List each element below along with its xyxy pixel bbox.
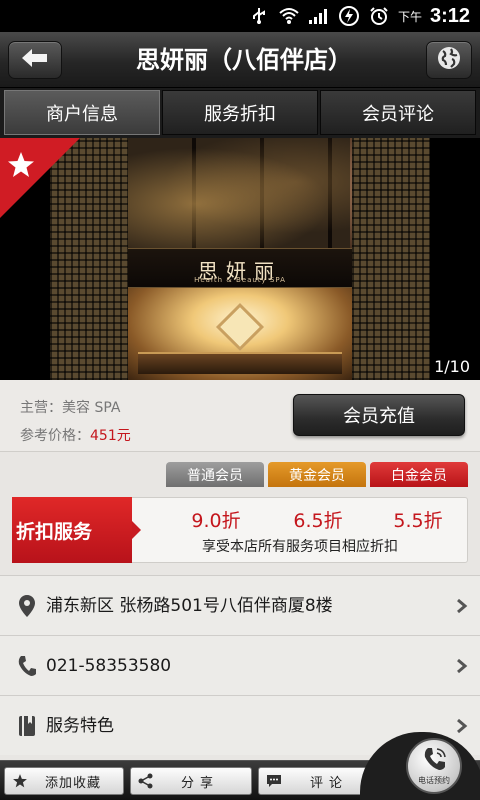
photo-lobby-counter bbox=[138, 352, 342, 374]
share-button[interactable]: 分享 bbox=[130, 767, 252, 795]
add-favorite-label: 添加收藏 bbox=[44, 775, 101, 791]
location-pin-icon bbox=[16, 594, 38, 618]
star-icon bbox=[6, 150, 36, 180]
features-text: 服务特色 bbox=[46, 716, 114, 736]
chevron-right-icon bbox=[456, 658, 468, 674]
book-icon bbox=[16, 714, 38, 738]
discount-label: 折扣服务 bbox=[12, 497, 141, 563]
phone-icon bbox=[16, 654, 38, 678]
photo-glow bbox=[128, 138, 352, 248]
main-business-label: 主营： bbox=[20, 400, 62, 416]
status-time: 3:12 bbox=[429, 4, 470, 27]
main-business: 主营：美容 SPA bbox=[20, 397, 120, 417]
reference-price: 参考价格：451元 bbox=[20, 425, 131, 445]
member-recharge-button[interactable]: 会员充值 bbox=[293, 394, 465, 436]
chevron-right-icon bbox=[456, 718, 468, 734]
call-reservation-button[interactable]: 电话预约 bbox=[406, 738, 462, 794]
alarm-icon bbox=[368, 6, 390, 26]
usb-icon bbox=[248, 6, 270, 26]
tier-platinum: 白金会员 bbox=[370, 462, 468, 487]
discount-platinum: 5.5折 bbox=[393, 510, 443, 532]
price-value: 451元 bbox=[90, 428, 131, 444]
phone-icon bbox=[422, 746, 448, 772]
photo-upper-windows bbox=[128, 138, 352, 248]
tab-merchant-info[interactable]: 商户信息 bbox=[4, 90, 160, 135]
tab-member-reviews[interactable]: 会员评论 bbox=[320, 90, 476, 135]
photo-lobby bbox=[128, 288, 352, 380]
discount-regular: 9.0折 bbox=[191, 510, 241, 532]
main-business-value: 美容 SPA bbox=[62, 400, 121, 416]
chevron-right-icon bbox=[456, 598, 468, 614]
back-button[interactable] bbox=[8, 41, 62, 79]
photo-screen-right bbox=[352, 138, 430, 380]
discount-gold: 6.5折 bbox=[293, 510, 343, 532]
tab-service-discount[interactable]: 服务折扣 bbox=[162, 90, 318, 135]
status-bar: 下午 3:12 bbox=[0, 0, 480, 32]
share-icon bbox=[137, 772, 155, 790]
back-arrow-icon bbox=[20, 47, 50, 73]
photo-lobby-logo bbox=[215, 302, 265, 352]
phone-text: 021-58353580 bbox=[46, 656, 172, 676]
membership-tiers: 普通会员 黄金会员 白金会员 bbox=[166, 462, 468, 487]
image-counter: 1/10 bbox=[434, 357, 470, 376]
address-text: 浦东新区 张杨路501号八佰伴商厦8楼 bbox=[46, 596, 333, 616]
discount-note: 享受本店所有服务项目相应折扣 bbox=[202, 539, 398, 555]
signal-icon bbox=[308, 6, 330, 26]
star-icon bbox=[11, 772, 29, 790]
photo-sign-subtext: Health & Beauty SPA bbox=[194, 276, 286, 284]
discount-service-card[interactable]: 折扣服务 9.0折 6.5折 5.5折 享受本店所有服务项目相应折扣 bbox=[12, 497, 468, 563]
status-icons: 下午 3:12 bbox=[248, 4, 470, 28]
wifi-icon bbox=[278, 6, 300, 26]
photo-sign: 思妍丽 Health & Beauty SPA bbox=[128, 248, 352, 288]
status-ampm: 下午 bbox=[397, 9, 422, 24]
map-button[interactable] bbox=[426, 41, 472, 79]
add-favorite-button[interactable]: 添加收藏 bbox=[4, 767, 124, 795]
battery-charging-icon bbox=[338, 6, 360, 26]
merchant-info: 主营：美容 SPA 参考价格：451元 会员充值 bbox=[0, 380, 480, 452]
tab-bar: 商户信息 服务折扣 会员评论 bbox=[0, 88, 480, 138]
globe-icon bbox=[436, 45, 462, 75]
page-title: 思妍丽（八佰伴店） bbox=[136, 46, 352, 74]
comment-icon bbox=[265, 772, 283, 790]
title-bar: 思妍丽（八佰伴店） bbox=[0, 32, 480, 88]
storefront-photo: 思妍丽 Health & Beauty SPA bbox=[50, 138, 430, 380]
phone-row[interactable]: 021-58353580 bbox=[0, 635, 480, 695]
photo-gallery[interactable]: 思妍丽 Health & Beauty SPA 1/10 bbox=[0, 138, 480, 380]
tier-regular: 普通会员 bbox=[166, 462, 264, 487]
price-label: 参考价格： bbox=[20, 428, 90, 444]
tier-gold: 黄金会员 bbox=[268, 462, 366, 487]
share-label: 分享 bbox=[180, 775, 219, 791]
address-row[interactable]: 浦东新区 张杨路501号八佰伴商厦8楼 bbox=[0, 575, 480, 635]
call-reservation-label: 电话预约 bbox=[418, 776, 450, 785]
